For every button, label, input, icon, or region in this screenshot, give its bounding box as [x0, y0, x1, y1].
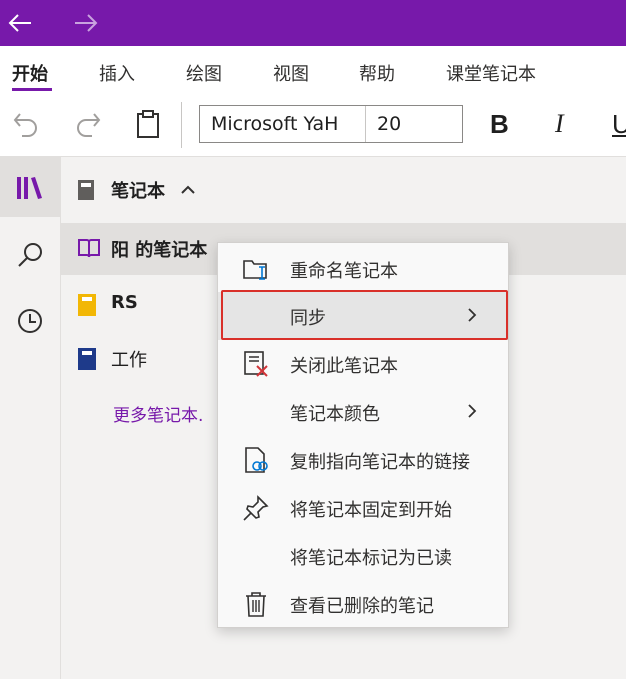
more-notebooks-link[interactable]: 更多笔记本.	[113, 401, 203, 426]
tab-help[interactable]: 帮助	[359, 60, 395, 86]
back-button[interactable]	[0, 4, 40, 42]
chevron-up-icon	[181, 185, 195, 194]
recent-button[interactable]	[0, 291, 60, 351]
redo-button[interactable]	[68, 104, 108, 144]
pin-icon	[243, 495, 269, 521]
menu-item-label: 关闭此笔记本	[290, 356, 398, 377]
menu-item-label: 重命名笔记本	[290, 261, 398, 282]
tab-view[interactable]: 视图	[273, 60, 309, 86]
menu-item-rename[interactable]: 重命名笔记本	[218, 245, 508, 293]
copy-link-icon	[245, 447, 268, 473]
ribbon-tabs: 开始 插入 绘图 视图 帮助 课堂笔记本	[0, 46, 626, 92]
book-open-icon	[78, 239, 100, 258]
notebook-label: RS	[111, 292, 138, 313]
menu-item-label: 查看已删除的笔记	[290, 596, 434, 617]
menu-item-label: 笔记本颜色	[290, 404, 380, 425]
menu-item-label: 复制指向笔记本的链接	[290, 452, 470, 473]
undo-icon	[13, 113, 37, 137]
menu-item-mark-read[interactable]: 将笔记本标记为已读	[218, 532, 508, 580]
clock-icon	[18, 309, 42, 333]
menu-item-notebook-color[interactable]: 笔记本颜色	[218, 388, 508, 436]
tab-draw[interactable]: 绘图	[186, 60, 222, 86]
tab-home[interactable]: 开始	[12, 60, 48, 86]
menu-item-copy-link[interactable]: 复制指向笔记本的链接	[218, 436, 508, 484]
rename-folder-icon	[243, 260, 267, 280]
arrow-left-icon	[8, 14, 31, 32]
clipboard-icon	[137, 110, 159, 138]
notebook-gray-icon	[78, 180, 94, 200]
ribbon-toolbar: Microsoft YaH 20 B I U	[0, 92, 626, 157]
font-picker: Microsoft YaH 20	[199, 105, 463, 143]
notebook-label: 阳 的笔记本	[111, 240, 208, 261]
underline-button[interactable]: U	[612, 109, 626, 140]
toolbar-divider	[181, 102, 182, 148]
notebook-yellow-icon	[78, 294, 96, 316]
menu-item-close-notebook[interactable]: 关闭此笔记本	[218, 340, 508, 388]
library-icon	[17, 177, 42, 199]
tab-insert[interactable]: 插入	[99, 60, 135, 86]
trash-icon	[246, 592, 266, 617]
menu-item-deleted-notes[interactable]: 查看已删除的笔记	[218, 580, 508, 628]
menu-item-label: 将笔记本标记为已读	[290, 548, 452, 569]
title-bar	[0, 0, 626, 46]
italic-button[interactable]: I	[555, 109, 564, 139]
menu-item-label: 将笔记本固定到开始	[290, 500, 452, 521]
paste-button[interactable]	[128, 104, 168, 144]
highlight-annotation	[221, 290, 508, 340]
search-button[interactable]	[0, 225, 60, 285]
font-size-input[interactable]: 20	[366, 106, 462, 142]
active-tab-indicator	[12, 88, 52, 91]
notebook-label: 工作	[111, 350, 147, 371]
notebooks-button[interactable]	[0, 157, 60, 217]
tab-class-notebook[interactable]: 课堂笔记本	[446, 60, 536, 86]
chevron-right-icon	[468, 404, 477, 418]
search-icon	[18, 243, 42, 267]
font-name-input[interactable]: Microsoft YaH	[200, 106, 366, 142]
left-rail	[0, 157, 61, 679]
notebook-blue-icon	[78, 348, 96, 370]
redo-icon	[77, 113, 101, 137]
undo-button[interactable]	[6, 104, 46, 144]
notebooks-header[interactable]: 笔记本	[61, 157, 626, 221]
notebooks-title: 笔记本	[111, 181, 165, 202]
arrow-right-icon	[75, 14, 98, 32]
close-notebook-icon	[244, 351, 268, 377]
forward-button[interactable]	[66, 4, 106, 42]
menu-item-pin-to-start[interactable]: 将笔记本固定到开始	[218, 484, 508, 532]
bold-button[interactable]: B	[490, 109, 509, 140]
